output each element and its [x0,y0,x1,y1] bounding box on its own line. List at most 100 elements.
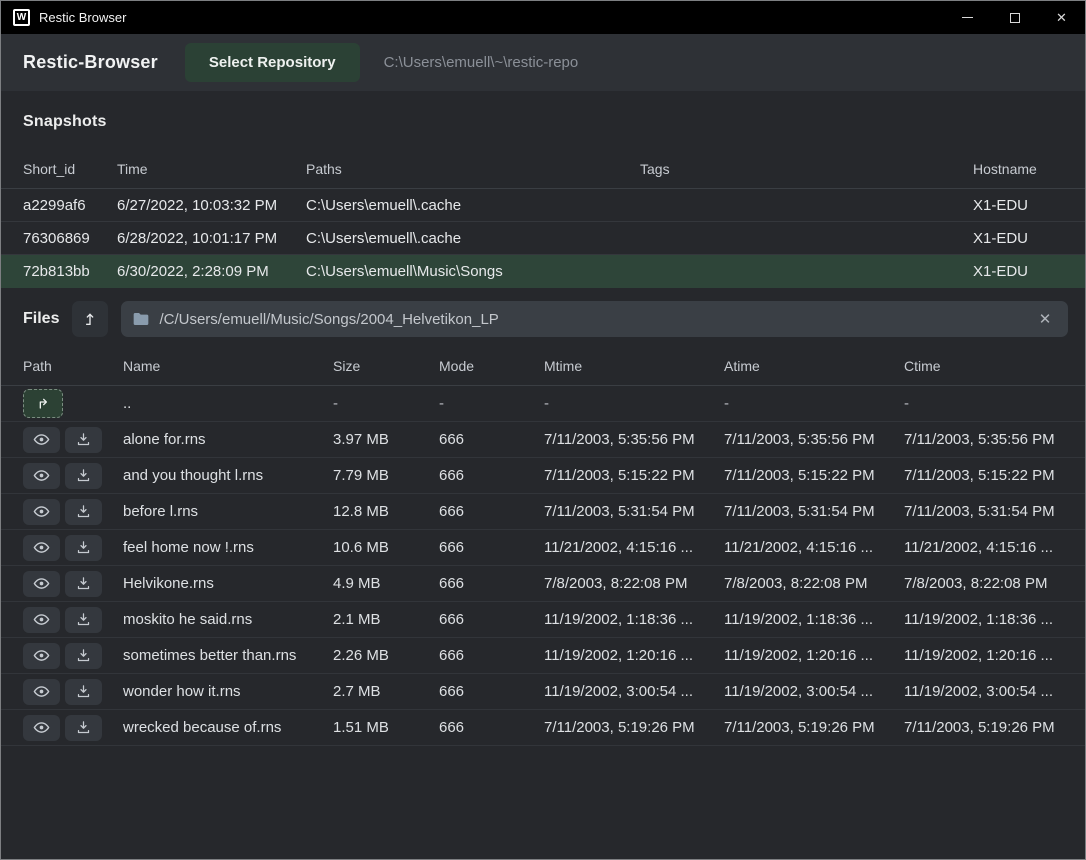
snapshot-paths: C:\Users\emuell\Music\Songs [306,263,640,280]
file-size: 2.1 MB [333,611,439,628]
select-repository-button[interactable]: Select Repository [185,43,360,82]
file-mode: 666 [439,719,544,736]
eye-icon [33,683,50,700]
file-mtime: 7/8/2003, 8:22:08 PM [544,575,724,592]
preview-file-button[interactable] [23,535,60,561]
snapshot-paths: C:\Users\emuell\.cache [306,197,640,214]
download-file-button[interactable] [65,463,102,489]
current-path-field[interactable]: /C/Users/emuell/Music/Songs/2004_Helveti… [121,301,1068,337]
snapshots-heading: Snapshots [23,113,1085,131]
restic-browser-window: W Restic Browser ✕ Restic-Browser Select… [0,0,1086,860]
file-atime: 7/11/2003, 5:35:56 PM [724,431,904,448]
clear-path-button[interactable]: ✕ [1034,308,1056,330]
column-header-ctime: Ctime [904,358,1068,374]
download-file-button[interactable] [65,427,102,453]
download-icon [76,540,91,555]
file-atime: 7/11/2003, 5:19:26 PM [724,719,904,736]
file-mtime: 11/19/2002, 3:00:54 ... [544,683,724,700]
file-size: 4.9 MB [333,575,439,592]
go-to-parent-button[interactable] [23,389,63,418]
preview-file-button[interactable] [23,499,60,525]
file-row: feel home now !.rns 10.6 MB 666 11/21/20… [1,530,1085,566]
file-row: alone for.rns 3.97 MB 666 7/11/2003, 5:3… [1,422,1085,458]
download-icon [76,612,91,627]
download-icon [76,648,91,663]
preview-file-button[interactable] [23,607,60,633]
file-size: 10.6 MB [333,539,439,556]
snapshots-table: Short_id Time Paths Tags Hostname a2299a… [1,131,1085,288]
download-file-button[interactable] [65,607,102,633]
preview-file-button[interactable] [23,427,60,453]
column-header-hostname: Hostname [973,161,1068,177]
download-file-button[interactable] [65,715,102,741]
snapshot-time: 6/30/2022, 2:28:09 PM [117,263,306,280]
file-row: moskito he said.rns 2.1 MB 666 11/19/200… [1,602,1085,638]
navigate-up-button[interactable] [72,301,108,337]
file-row: before l.rns 12.8 MB 666 7/11/2003, 5:31… [1,494,1085,530]
preview-file-button[interactable] [23,679,60,705]
preview-file-button[interactable] [23,643,60,669]
file-size: 12.8 MB [333,503,439,520]
column-header-name: Name [123,358,333,374]
file-mtime: 7/11/2003, 5:15:22 PM [544,467,724,484]
maximize-button[interactable] [991,1,1038,34]
close-button[interactable]: ✕ [1038,1,1085,34]
file-atime: 11/19/2002, 3:00:54 ... [724,683,904,700]
repository-path: C:\Users\emuell\~\restic-repo [384,54,579,71]
download-file-button[interactable] [65,499,102,525]
file-ctime: 11/19/2002, 1:20:16 ... [904,647,1068,664]
file-ctime: 7/11/2003, 5:31:54 PM [904,503,1068,520]
file-name: feel home now !.rns [123,539,333,556]
download-file-button[interactable] [65,643,102,669]
file-row: Helvikone.rns 4.9 MB 666 7/8/2003, 8:22:… [1,566,1085,602]
enter-directory-icon [35,396,51,412]
file-name: and you thought l.rns [123,467,333,484]
column-header-size: Size [333,358,439,374]
column-header-paths: Paths [306,161,640,177]
app-title: Restic-Browser [23,52,158,73]
preview-file-button[interactable] [23,571,60,597]
eye-icon [33,467,50,484]
download-icon [76,504,91,519]
column-header-mode: Mode [439,358,544,374]
column-header-time: Time [117,161,306,177]
files-bar: Files /C/Users/emuell/Music/Songs/2004_H… [23,301,1068,337]
download-file-button[interactable] [65,679,102,705]
preview-file-button[interactable] [23,463,60,489]
file-mode: 666 [439,575,544,592]
file-mtime: 7/11/2003, 5:19:26 PM [544,719,724,736]
preview-file-button[interactable] [23,715,60,741]
file-name: wonder how it.rns [123,683,333,700]
file-atime: - [724,395,904,412]
column-header-short-id: Short_id [23,161,117,177]
file-mtime: 7/11/2003, 5:31:54 PM [544,503,724,520]
window-controls: ✕ [944,1,1085,34]
file-atime: 7/11/2003, 5:31:54 PM [724,503,904,520]
minimize-button[interactable] [944,1,991,34]
download-icon [76,576,91,591]
download-file-button[interactable] [65,535,102,561]
file-name: sometimes better than.rns [123,647,333,664]
eye-icon [33,539,50,556]
eye-icon [33,611,50,628]
files-table: Path Name Size Mode Mtime Atime Ctime .. [1,337,1085,746]
files-heading: Files [23,310,59,328]
file-mode: 666 [439,503,544,520]
file-mode: 666 [439,611,544,628]
toolbar: Restic-Browser Select Repository C:\User… [1,34,1085,91]
eye-icon [33,503,50,520]
snapshot-row[interactable]: 72b813bb 6/30/2022, 2:28:09 PM C:\Users\… [1,255,1085,288]
eye-icon [33,719,50,736]
download-file-button[interactable] [65,571,102,597]
file-mtime: - [544,395,724,412]
file-size: 1.51 MB [333,719,439,736]
snapshot-row[interactable]: 76306869 6/28/2022, 10:01:17 PM C:\Users… [1,222,1085,255]
column-header-path: Path [23,358,123,374]
file-mtime: 7/11/2003, 5:35:56 PM [544,431,724,448]
file-size: 3.97 MB [333,431,439,448]
file-name: Helvikone.rns [123,575,333,592]
file-ctime: 7/11/2003, 5:19:26 PM [904,719,1068,736]
snapshot-short-id: a2299af6 [23,197,117,214]
snapshot-row[interactable]: a2299af6 6/27/2022, 10:03:32 PM C:\Users… [1,189,1085,222]
parent-directory-row[interactable]: .. - - - - - [1,386,1085,422]
